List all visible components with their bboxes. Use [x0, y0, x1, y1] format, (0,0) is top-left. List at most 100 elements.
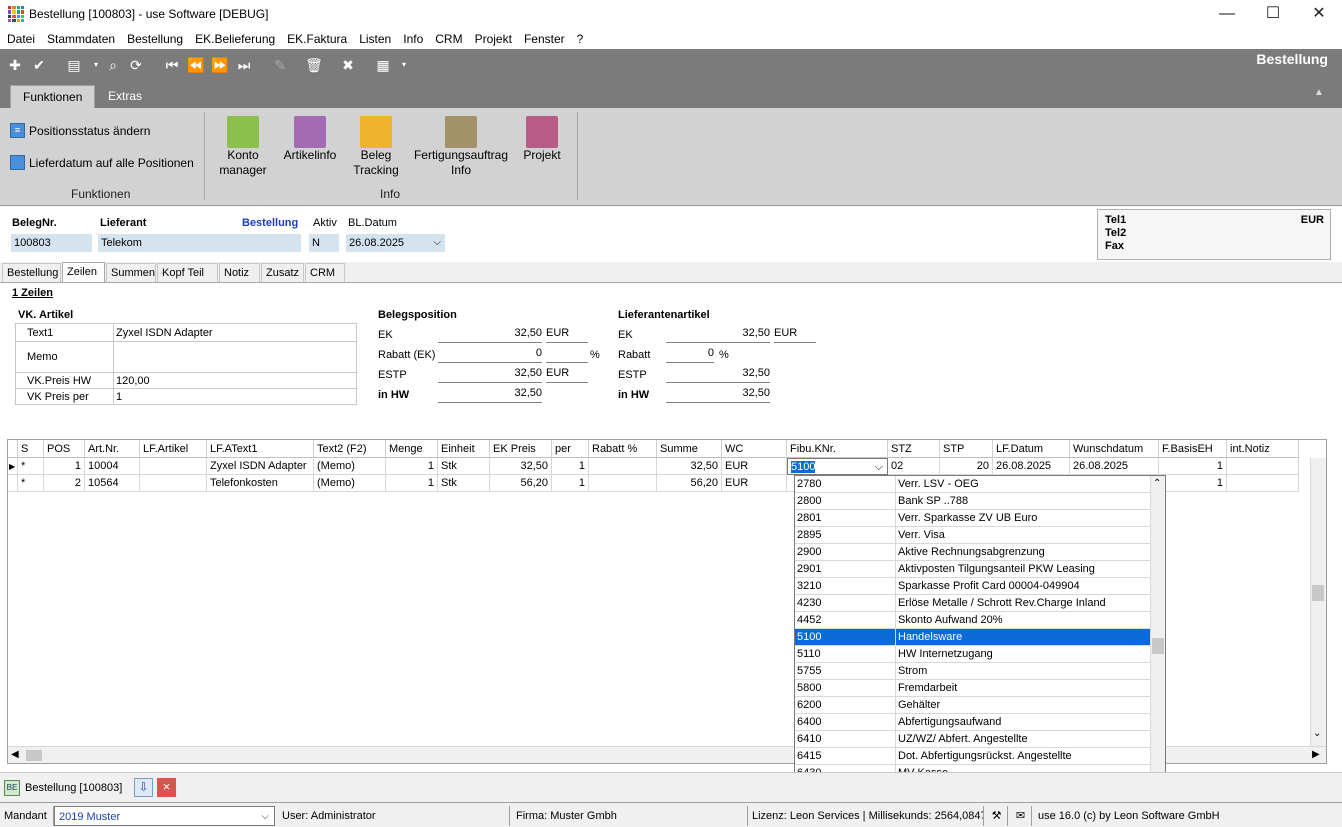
menu-help[interactable]: ?: [571, 29, 590, 49]
last-icon[interactable]: ⏭: [234, 55, 254, 75]
first-icon[interactable]: ⏮: [162, 55, 182, 75]
grid-cell-fbasis[interactable]: 1: [1159, 458, 1227, 475]
menu-fenster[interactable]: Fenster: [518, 29, 571, 49]
beleg-tracking-button[interactable]: Beleg Tracking: [350, 116, 402, 178]
column-header[interactable]: int.Notiz: [1227, 440, 1299, 458]
la-ek-value[interactable]: 32,50: [666, 327, 770, 343]
bldatum-field[interactable]: 26.08.2025 ⌵: [346, 234, 445, 252]
bp-estp-value[interactable]: 32,50: [438, 367, 542, 383]
menu-ek-belieferung[interactable]: EK.Belieferung: [189, 29, 281, 49]
grid-cell-summe[interactable]: 32,50: [657, 458, 722, 475]
text1-value[interactable]: Zyxel ISDN Adapter: [116, 327, 213, 339]
column-header[interactable]: STZ: [888, 440, 940, 458]
column-header[interactable]: WC: [722, 440, 787, 458]
chevron-down-icon[interactable]: ⌵: [261, 807, 269, 827]
menu-datei[interactable]: Datei: [1, 29, 41, 49]
ribbon-tab-funktionen[interactable]: Funktionen: [10, 85, 96, 108]
fibu-option[interactable]: 5755 Strom: [795, 663, 1165, 680]
menu-info[interactable]: Info: [397, 29, 429, 49]
grid-cell-notiz[interactable]: [1227, 475, 1299, 492]
mandant-select[interactable]: 2019 Muster ⌵: [54, 806, 275, 826]
fibu-option[interactable]: 2895 Verr. Visa: [795, 527, 1165, 544]
column-header[interactable]: Summe: [657, 440, 722, 458]
fibu-option[interactable]: 2801 Verr. Sparkasse ZV UB Euro: [795, 510, 1165, 527]
maximize-button[interactable]: ☐: [1250, 0, 1296, 29]
fibu-option[interactable]: 5800 Fremdarbeit: [795, 680, 1165, 697]
fibu-option[interactable]: 6200 Gehälter: [795, 697, 1165, 714]
grid-cell-per[interactable]: 1: [552, 458, 589, 475]
vertical-scrollbar[interactable]: ⌄: [1310, 458, 1326, 746]
fibu-option[interactable]: 5110 HW Internetzugang: [795, 646, 1165, 663]
grid-icon[interactable]: ▦: [373, 55, 393, 75]
grid-cell-rabatt[interactable]: [589, 475, 657, 492]
grid-cell-menge[interactable]: 1: [386, 458, 438, 475]
grid-cell-einheit[interactable]: Stk: [438, 458, 490, 475]
grid-cell-lfatext[interactable]: Zyxel ISDN Adapter: [207, 458, 314, 475]
menu-ek-faktura[interactable]: EK.Faktura: [281, 29, 353, 49]
close-document-button[interactable]: ×: [157, 778, 176, 797]
grid-dropdown-icon[interactable]: ▾: [394, 55, 414, 75]
scroll-thumb[interactable]: [26, 750, 42, 761]
add-icon[interactable]: ✚: [5, 55, 25, 75]
delete-icon[interactable]: 🗑: [304, 55, 324, 75]
tab-kopf-teil-2[interactable]: Kopf Teil 2: [157, 263, 218, 297]
fibu-option[interactable]: 2900 Aktive Rechnungsabgrenzung: [795, 544, 1165, 561]
column-header[interactable]: Art.Nr.: [85, 440, 140, 458]
grid-cell-wc[interactable]: EUR: [722, 475, 787, 492]
column-header[interactable]: EK Preis: [490, 440, 552, 458]
column-header[interactable]: Einheit: [438, 440, 490, 458]
menu-projekt[interactable]: Projekt: [469, 29, 518, 49]
tab-bestellung[interactable]: Bestellung: [2, 263, 61, 282]
vkpreis-value[interactable]: 120,00: [116, 375, 150, 387]
la-rabatt-value[interactable]: 0: [666, 347, 714, 363]
grid-cell-wunsch[interactable]: 26.08.2025: [1070, 458, 1159, 475]
chevron-down-icon[interactable]: ⌵: [433, 234, 441, 252]
column-header[interactable]: LF.Artikel: [140, 440, 207, 458]
grid-cell-stz[interactable]: 02: [888, 458, 940, 475]
refresh-icon[interactable]: ⟳: [126, 55, 146, 75]
lieferant-field[interactable]: Telekom: [98, 234, 301, 252]
fibu-knr-combobox[interactable]: 5100 ⌵: [787, 458, 888, 475]
grid-cell-menge[interactable]: 1: [386, 475, 438, 492]
grid-cell-text2[interactable]: (Memo): [314, 458, 386, 475]
menu-listen[interactable]: Listen: [353, 29, 397, 49]
konto-manager-button[interactable]: Konto manager: [219, 116, 267, 178]
cancel-icon[interactable]: ✖: [338, 55, 358, 75]
grid-cell-artnr[interactable]: 10004: [85, 458, 140, 475]
belegnr-field[interactable]: 100803: [11, 234, 92, 252]
grid-cell-pos[interactable]: 2: [44, 475, 85, 492]
scroll-up-icon[interactable]: ⌃: [1153, 478, 1161, 489]
scroll-right-icon[interactable]: ▶: [1312, 749, 1320, 760]
grid-cell-s[interactable]: *: [18, 475, 44, 492]
grid-cell-rabatt[interactable]: [589, 458, 657, 475]
column-header[interactable]: STP: [940, 440, 993, 458]
scroll-thumb[interactable]: [1312, 585, 1324, 601]
fibu-option[interactable]: 4452 Skonto Aufwand 20%: [795, 612, 1165, 629]
dropdown-scroll-thumb[interactable]: [1152, 638, 1164, 654]
fibu-option[interactable]: 6410 UZ/WZ/ Abfert. Angestellte: [795, 731, 1165, 748]
dropdown-scrollbar[interactable]: ⌃ ⌄: [1150, 476, 1165, 814]
positionsstatus-button[interactable]: ≡ Positionsstatus ändern: [10, 123, 150, 138]
search-icon[interactable]: ⌕: [103, 55, 123, 75]
fibu-option[interactable]: 5100 Handelsware: [795, 629, 1165, 646]
grid-cell-einheit[interactable]: Stk: [438, 475, 490, 492]
grid-cell-notiz[interactable]: [1227, 458, 1299, 475]
column-header[interactable]: Wunschdatum: [1070, 440, 1159, 458]
download-icon[interactable]: ⇩: [134, 778, 153, 797]
grid-cell-artnr[interactable]: 10564: [85, 475, 140, 492]
tab-crm[interactable]: CRM: [305, 263, 345, 282]
tab-zusatz[interactable]: Zusatz: [261, 263, 304, 282]
fibu-option[interactable]: 2901 Aktivposten Tilgungsanteil PKW Leasi…: [795, 561, 1165, 578]
vkper-value[interactable]: 1: [116, 391, 122, 403]
document-tab-label[interactable]: Bestellung [100803]: [25, 782, 122, 794]
chevron-down-icon[interactable]: ⌵: [875, 459, 883, 474]
grid-cell-summe[interactable]: 56,20: [657, 475, 722, 492]
lieferdatum-button[interactable]: Lieferdatum auf alle Positionen: [10, 155, 194, 170]
print-icon[interactable]: ▤: [64, 55, 84, 75]
column-header[interactable]: Text2 (F2): [314, 440, 386, 458]
grid-cell-lfart[interactable]: [140, 475, 207, 492]
projekt-button[interactable]: Projekt: [518, 116, 566, 163]
grid-cell-wc[interactable]: EUR: [722, 458, 787, 475]
grid-cell-text2[interactable]: (Memo): [314, 475, 386, 492]
minimize-button[interactable]: —: [1204, 0, 1250, 29]
